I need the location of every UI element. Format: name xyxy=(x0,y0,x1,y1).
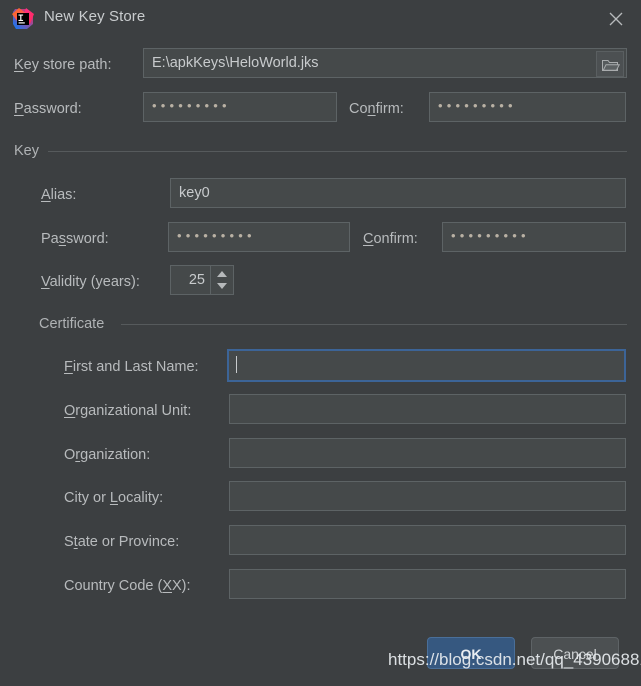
key-validity-label: Validity (years): xyxy=(41,274,140,290)
key-confirm-input[interactable]: ••••••••• xyxy=(442,222,626,252)
new-key-store-dialog: New Key Store Key store path: E:\apkKeys… xyxy=(0,0,641,686)
key-password-label: Password: xyxy=(41,231,109,247)
text-caret xyxy=(236,355,237,373)
certificate-organization-input[interactable] xyxy=(229,438,626,468)
key-store-path-value: E:\apkKeys\HeloWorld.jks xyxy=(152,55,319,71)
key-group-title: Key xyxy=(14,143,39,159)
key-alias-label: Alias: xyxy=(41,187,77,203)
certificate-state-province-input[interactable] xyxy=(229,525,626,555)
key-alias-input[interactable]: key0 xyxy=(170,178,626,208)
cancel-button[interactable]: Cancel xyxy=(531,637,619,669)
chevron-up-icon[interactable] xyxy=(217,271,227,277)
dialog-title: New Key Store xyxy=(44,8,146,25)
certificate-group-title: Certificate xyxy=(39,316,105,332)
key-confirm-label: Confirm: xyxy=(363,231,418,247)
validity-spinner-buttons[interactable] xyxy=(210,266,233,294)
close-icon[interactable] xyxy=(599,4,633,34)
ok-button[interactable]: OK xyxy=(427,637,515,669)
key-store-password-value: ••••••••• xyxy=(152,98,231,113)
certificate-state-province-label: State or Province: xyxy=(64,534,180,550)
key-store-password-input[interactable]: ••••••••• xyxy=(143,92,337,122)
certificate-country-code-input[interactable] xyxy=(229,569,626,599)
certificate-organization-label: Organization: xyxy=(64,447,151,463)
key-password-value: ••••••••• xyxy=(177,228,256,243)
key-store-password-label: Password: xyxy=(14,101,82,117)
chevron-down-icon[interactable] xyxy=(217,283,227,289)
certificate-first-last-name-label: First and Last Name: xyxy=(64,359,199,375)
certificate-group-separator xyxy=(121,324,627,325)
intellij-idea-icon xyxy=(12,8,34,30)
key-confirm-value: ••••••••• xyxy=(451,228,530,243)
certificate-organizational-unit-input[interactable] xyxy=(229,394,626,424)
key-store-confirm-value: ••••••••• xyxy=(438,98,517,113)
certificate-country-code-label: Country Code (XX): xyxy=(64,578,191,594)
certificate-city-locality-label: City or Locality: xyxy=(64,490,164,506)
key-store-path-label: Key store path: xyxy=(14,57,112,73)
folder-icon[interactable] xyxy=(596,51,624,77)
certificate-city-locality-input[interactable] xyxy=(229,481,626,511)
key-store-confirm-input[interactable]: ••••••••• xyxy=(429,92,626,122)
key-store-path-input[interactable]: E:\apkKeys\HeloWorld.jks xyxy=(143,48,627,78)
key-validity-stepper[interactable]: 25 xyxy=(170,265,234,295)
certificate-organizational-unit-label: Organizational Unit: xyxy=(64,403,192,419)
certificate-first-last-name-input[interactable] xyxy=(227,349,626,382)
key-store-confirm-label: Confirm: xyxy=(349,101,404,117)
key-alias-value: key0 xyxy=(179,185,210,201)
key-group-separator xyxy=(48,151,627,152)
key-password-input[interactable]: ••••••••• xyxy=(168,222,350,252)
dialog-titlebar: New Key Store xyxy=(0,0,641,38)
key-validity-value[interactable]: 25 xyxy=(171,266,211,294)
